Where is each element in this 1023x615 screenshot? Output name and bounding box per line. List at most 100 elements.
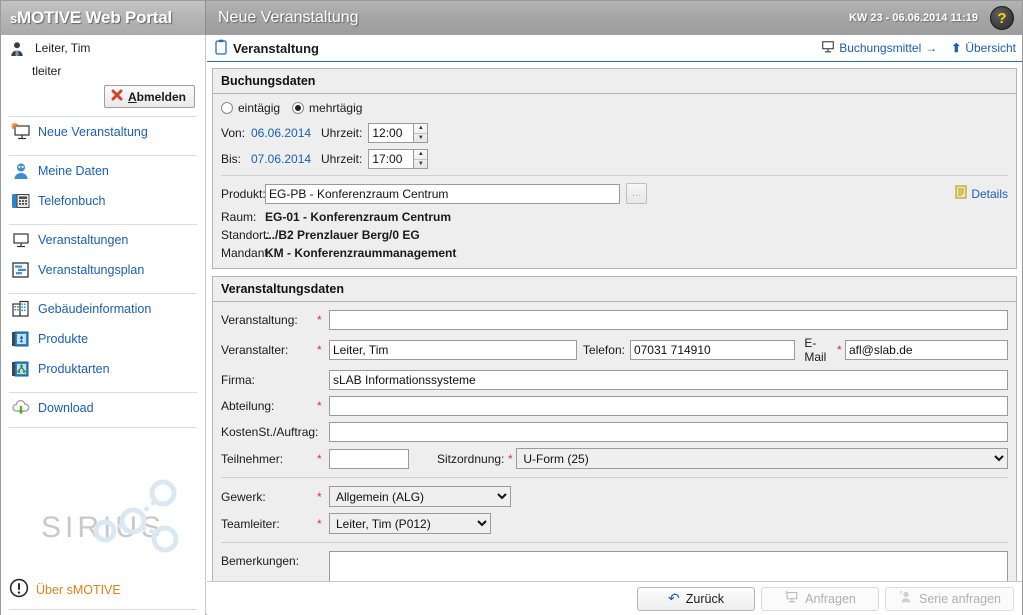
new-event-icon — [11, 122, 31, 141]
spin-down-icon[interactable]: ▼ — [414, 134, 427, 143]
sidebar-item-produktarten[interactable]: Produktarten — [9, 354, 197, 384]
brand-rest: MOTIVE Web Portal — [17, 8, 173, 27]
from-time-input[interactable] — [368, 123, 415, 143]
spin-down-icon[interactable]: ▼ — [414, 160, 427, 169]
from-label: Von: — [221, 126, 246, 140]
link-label: Übersicht — [965, 41, 1016, 55]
about-smotive-link[interactable]: Über sMOTIVE — [9, 578, 121, 601]
sidebar-item-veranstaltungsplan[interactable]: Veranstaltungsplan — [9, 255, 197, 285]
organizer-input[interactable] — [329, 340, 577, 360]
document-icon — [955, 185, 967, 202]
to-label: Bis: — [221, 152, 242, 166]
from-time-stepper[interactable]: ▲▼ — [368, 123, 429, 143]
radio-eintaegig[interactable] — [221, 102, 233, 114]
product-input[interactable] — [265, 183, 620, 204]
details-label: Details — [971, 186, 1008, 201]
company-input[interactable] — [329, 370, 1008, 390]
brand-prefix: s — [10, 10, 18, 26]
divider — [9, 427, 197, 428]
request-button[interactable]: Anfragen — [760, 586, 879, 611]
events-icon — [11, 231, 31, 249]
participants-input[interactable] — [329, 448, 409, 469]
location-value: .../B2 Prenzlauer Berg/0 EG — [265, 228, 420, 242]
required-marker: * — [317, 399, 322, 413]
client-value: KM - Konferenzraummanagement — [265, 246, 457, 260]
sidebar-item-neue-veranstaltung[interactable]: Neue Veranstaltung — [9, 117, 197, 147]
sidebar-item-produkte[interactable]: Produkte — [9, 324, 197, 354]
divider — [221, 542, 1008, 543]
spin-up-icon[interactable]: ▲ — [414, 150, 428, 160]
sidebar-item-meine-daten[interactable]: Meine Daten — [9, 156, 197, 186]
to-time-stepper[interactable]: ▲▼ — [368, 149, 429, 169]
radio-mehrtaegig[interactable] — [292, 102, 305, 114]
series-request-button[interactable]: Serie anfragen — [884, 586, 1014, 611]
sidebar-item-gebaeudeinformation[interactable]: Gebäudeinformation — [9, 294, 197, 324]
event-panel-body: Veranstaltung: * Veranstalter: * Telefon… — [213, 302, 1016, 615]
header-right: KW 23 - 06.06.2014 11:19 ? — [849, 6, 1022, 30]
client-row: Mandant: KM - Konferenzraummanagement — [221, 246, 1008, 260]
sidebar-item-label: Veranstaltungen — [38, 233, 129, 247]
sidebar-item-veranstaltungen[interactable]: Veranstaltungen — [9, 225, 197, 255]
divider — [221, 175, 1008, 176]
to-time-input[interactable] — [368, 149, 415, 169]
help-icon[interactable]: ? — [990, 6, 1014, 30]
back-arrow-icon: ↶ — [668, 590, 680, 606]
divider — [221, 477, 1008, 478]
details-link[interactable]: Details — [955, 185, 1008, 202]
event-data-panel: Veranstaltungsdaten Veranstaltung: * Ver… — [212, 276, 1017, 615]
series-request-icon — [898, 590, 913, 607]
to-date-link[interactable]: 07.06.2014 — [251, 152, 321, 166]
phone-label: Telefon: — [582, 343, 625, 357]
to-time-spin-buttons[interactable]: ▲ ▼ — [414, 149, 429, 169]
user-data-icon — [11, 162, 31, 180]
teamlead-select[interactable]: Leiter, Tim (P012) — [329, 513, 491, 534]
sidebar-item-download[interactable]: Download — [9, 393, 197, 423]
required-marker: * — [317, 451, 322, 466]
trade-select[interactable]: Allgemein (ALG) — [329, 486, 511, 507]
user-login: tleiter — [32, 64, 62, 78]
product-browse-button[interactable]: ... — [626, 183, 647, 204]
required-marker: * — [317, 343, 322, 357]
link-buchungsmittel[interactable]: Buchungsmittel → — [821, 40, 937, 57]
seating-select[interactable]: U-Form (25) — [516, 448, 1008, 469]
location-label: Standort: — [221, 228, 270, 242]
spin-up-icon[interactable]: ▲ — [414, 124, 428, 134]
sidebar-item-telefonbuch[interactable]: Telefonbuch — [9, 186, 197, 216]
back-button[interactable]: ↶ Zurück — [636, 586, 755, 611]
arrow-right-icon: → — [925, 41, 938, 55]
sidebar: Leiter, Tim tleiter Abmelden Neue Verans… — [1, 35, 206, 615]
user-name: Leiter, Tim — [35, 41, 91, 55]
avatar-icon — [9, 41, 29, 59]
phonebook-icon — [11, 192, 31, 210]
back-button-label: Zurück — [685, 591, 724, 606]
department-input[interactable] — [329, 396, 1008, 416]
location-row: Standort: .../B2 Prenzlauer Berg/0 EG — [221, 228, 1008, 242]
to-time-label: Uhrzeit: — [321, 152, 363, 166]
costcenter-row: KostenSt./Auftrag: — [221, 422, 1008, 442]
link-uebersicht[interactable]: ⬆ Übersicht — [951, 41, 1016, 55]
booking-panel-body: eintägig mehrtägig Von: 06.06.2014 Uhrze… — [213, 94, 1016, 268]
from-date-link[interactable]: 06.06.2014 — [251, 126, 321, 140]
sidebar-item-label: Telefonbuch — [38, 194, 106, 208]
from-time-spin-buttons[interactable]: ▲ ▼ — [414, 123, 429, 143]
logout-button[interactable]: Abmelden — [103, 85, 195, 108]
event-name-input[interactable] — [329, 310, 1008, 330]
divider — [9, 609, 197, 610]
arrow-up-icon: ⬆ — [951, 41, 962, 55]
sidebar-item-label: Produkte — [38, 332, 89, 346]
email-input[interactable] — [844, 340, 1008, 360]
breadcrumb: Veranstaltung Buchungsmittel → ⬆ Übersic… — [207, 35, 1022, 62]
duration-radio-row: eintägig mehrtägig — [221, 101, 1008, 115]
costcenter-input[interactable] — [329, 422, 1008, 442]
room-row: Raum: EG-01 - Konferenzraum Centrum — [221, 210, 1008, 224]
request-icon — [784, 590, 799, 607]
to-date-row: Bis: 07.06.2014 Uhrzeit: ▲▼ — [221, 149, 1008, 169]
organizer-label: Veranstalter: — [221, 343, 289, 357]
nav-group-3: Veranstaltungen Veranstaltungsplan — [1, 225, 205, 285]
trade-label: Gewerk: — [221, 489, 266, 504]
sirius-watermark: SIRIUS — [1, 475, 205, 580]
phone-input[interactable] — [629, 340, 796, 360]
footer-button-bar: ↶ Zurück Anfragen Serie anfragen — [207, 581, 1022, 615]
room-value: EG-01 - Konferenzraum Centrum — [265, 210, 452, 224]
nav-group-1: Neue Veranstaltung — [1, 117, 205, 147]
